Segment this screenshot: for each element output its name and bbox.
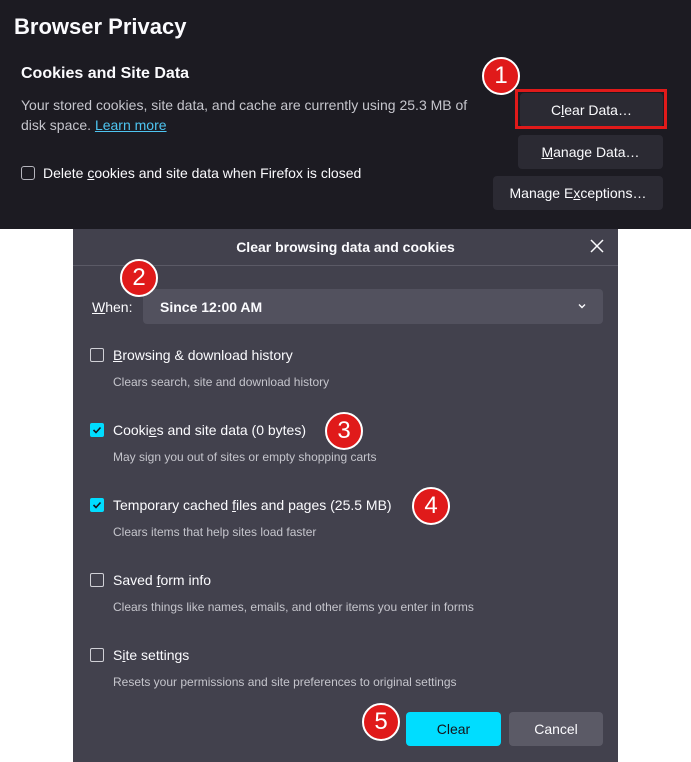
cached-files-label: Temporary cached files and pages (25.5 M… [113,497,392,513]
browsing-history-label: Browsing & download history [113,347,293,363]
manage-data-button[interactable]: Manage Data… [518,135,663,169]
form-info-label: Saved form info [113,572,212,588]
manage-exceptions-button[interactable]: Manage Ex ceptions… [493,176,663,210]
site-settings-checkbox[interactable] [90,648,104,662]
step-badge-2: 2 [120,259,158,297]
step-badge-5: 5 [362,703,400,741]
form-info-checkbox[interactable] [90,573,104,587]
option-site-settings[interactable]: Site settings Resets your permissions an… [90,647,610,689]
checkmark-icon [92,426,102,434]
clear-data-dialog: Clear browsing data and cookies When: Si… [73,229,618,762]
delete-on-close-label: Delete cookies and site data when Firefo… [43,165,362,181]
site-settings-label: Site settings [113,647,190,663]
cookies-section-title: Cookies and Site Data [21,65,190,82]
close-icon[interactable] [586,235,608,257]
dialog-title: Clear browsing data and cookies [73,229,618,266]
clear-data-button[interactable]: Cl ear Data… [520,93,663,127]
option-cached-files[interactable]: Temporary cached files and pages (25.5 M… [90,497,610,539]
step-badge-3: 3 [325,412,363,450]
storage-description: Your stored cookies, site data, and cach… [21,95,491,135]
when-label: When: [92,299,133,315]
option-browsing-history[interactable]: Browsing & download history Clears searc… [90,347,610,389]
checkmark-icon [92,501,102,509]
time-range-select[interactable]: Since 12:00 AM [143,289,603,324]
option-form-info[interactable]: Saved form info Clears things like names… [90,572,610,614]
cached-files-checkbox[interactable] [90,498,104,512]
cookies-label: Cookies and site data (0 bytes) [113,422,307,438]
step-badge-1: 1 [482,57,520,95]
form-info-description: Clears things like names, emails, and ot… [113,600,474,614]
browser-privacy-panel: Browser Privacy Cookies and Site Data Yo… [0,0,691,229]
storage-description-text: Your stored cookies, site data, and cach… [21,97,468,133]
site-settings-description: Resets your permissions and site prefere… [113,675,457,689]
cookies-description: May sign you out of sites or empty shopp… [113,450,377,464]
delete-on-close-option[interactable]: Delete cookies and site data when Firefo… [21,165,361,181]
cancel-button[interactable]: Cancel [509,712,603,746]
chevron-down-icon [578,304,586,309]
cached-files-description: Clears items that help sites load faster [113,525,317,539]
browsing-history-checkbox[interactable] [90,348,104,362]
step-badge-4: 4 [412,487,450,525]
cookies-checkbox[interactable] [90,423,104,437]
time-range-value: Since 12:00 AM [160,298,263,315]
browsing-history-description: Clears search, site and download history [113,375,330,389]
learn-more-link[interactable]: Learn more [95,117,167,133]
clear-button[interactable]: Clear [406,712,501,746]
page-title: Browser Privacy [14,14,187,39]
delete-on-close-checkbox[interactable] [21,166,35,180]
